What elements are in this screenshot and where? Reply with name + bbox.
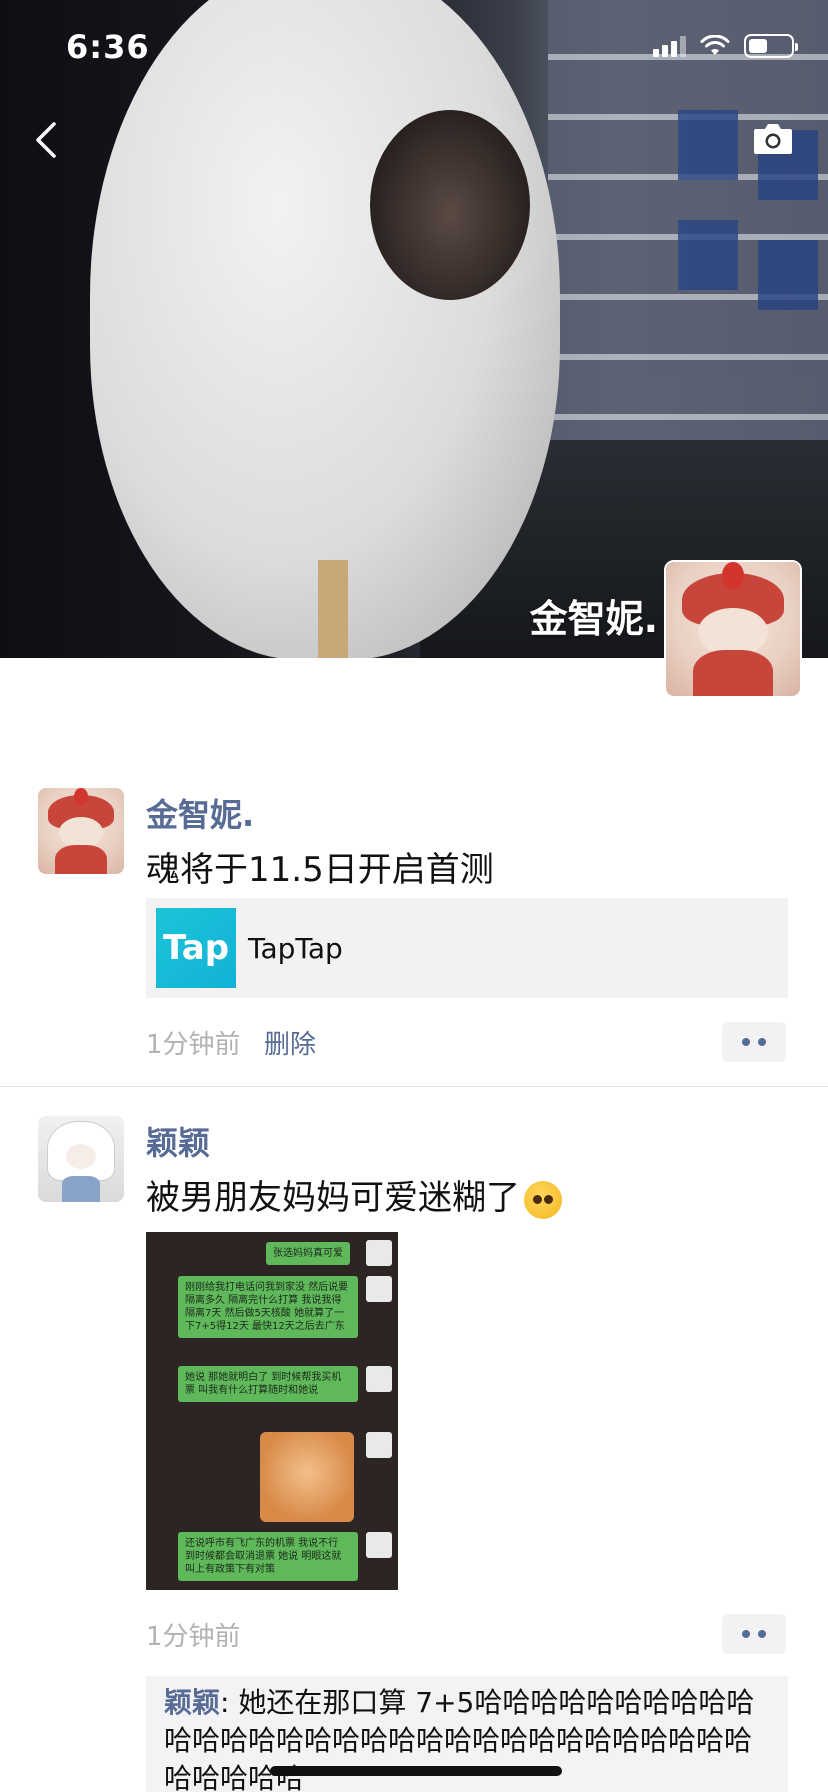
- status-icons: [653, 34, 798, 58]
- post-author[interactable]: 颖颖: [146, 1118, 210, 1164]
- comment-author[interactable]: 颖颖: [164, 1686, 220, 1719]
- wifi-icon: [700, 35, 730, 55]
- more-options-button[interactable]: [722, 1022, 786, 1062]
- link-card[interactable]: Tap TapTap: [146, 898, 788, 998]
- divider: [0, 1086, 828, 1087]
- cover-avatar[interactable]: [664, 560, 802, 698]
- comment-text: 她还在那口算 7+5哈哈哈哈哈哈哈哈哈哈哈哈哈哈哈哈哈哈哈哈哈哈哈哈哈哈哈哈哈哈…: [164, 1686, 755, 1792]
- signal-icon: [653, 35, 686, 57]
- post-time: 1分钟前: [146, 1030, 241, 1060]
- chat-bubble: 刚刚给我打电话问我到家没 然后说要隔离多久 隔离完什么打算 我说我得隔离7天 然…: [178, 1276, 358, 1338]
- home-indicator[interactable]: [270, 1766, 562, 1776]
- post-author[interactable]: 金智妮.: [146, 790, 254, 836]
- status-time: 6:36: [66, 28, 150, 66]
- chat-bubble: 她说 那她就明白了 到时候帮我买机票 叫我有什么打算随时和她说: [178, 1366, 358, 1402]
- battery-icon: [744, 34, 798, 58]
- post-image[interactable]: 张选妈妈真可爱 刚刚给我打电话问我到家没 然后说要隔离多久 隔离完什么打算 我说…: [146, 1232, 398, 1590]
- post-text: 魂将于11.5日开启首测: [146, 850, 494, 890]
- cover-owner-name: 金智妮.: [529, 597, 658, 641]
- link-title: TapTap: [248, 931, 343, 965]
- chat-bubble: 还说呼市有飞广东的机票 我说不行 到时候都会取消退票 她说 明眼这就叫上有政策下…: [178, 1532, 358, 1581]
- cover-stick: [318, 560, 348, 658]
- chat-avatar: [366, 1432, 392, 1458]
- chat-avatar: [366, 1276, 392, 1302]
- post-time: 1分钟前: [146, 1622, 241, 1652]
- post-text-row: 被男朋友妈妈可爱迷糊了: [146, 1170, 562, 1219]
- more-options-button[interactable]: [722, 1614, 786, 1654]
- chat-bubble: 张选妈妈真可爱: [266, 1242, 350, 1265]
- cover-face: [370, 110, 530, 300]
- comment-separator: :: [220, 1686, 239, 1719]
- taptap-logo-icon: Tap: [156, 908, 236, 988]
- chat-avatar: [366, 1532, 392, 1558]
- cover-building: [548, 0, 828, 480]
- camera-icon[interactable]: [752, 120, 794, 156]
- back-icon[interactable]: [28, 118, 68, 162]
- chat-avatar: [366, 1240, 392, 1266]
- pleading-face-icon: [524, 1180, 562, 1219]
- chat-avatar: [366, 1366, 392, 1392]
- delete-link[interactable]: 删除: [264, 1024, 316, 1061]
- post-text: 被男朋友妈妈可爱迷糊了: [146, 1178, 520, 1218]
- post-avatar[interactable]: [38, 1116, 124, 1202]
- sticker-image: [260, 1432, 354, 1522]
- post-avatar[interactable]: [38, 788, 124, 874]
